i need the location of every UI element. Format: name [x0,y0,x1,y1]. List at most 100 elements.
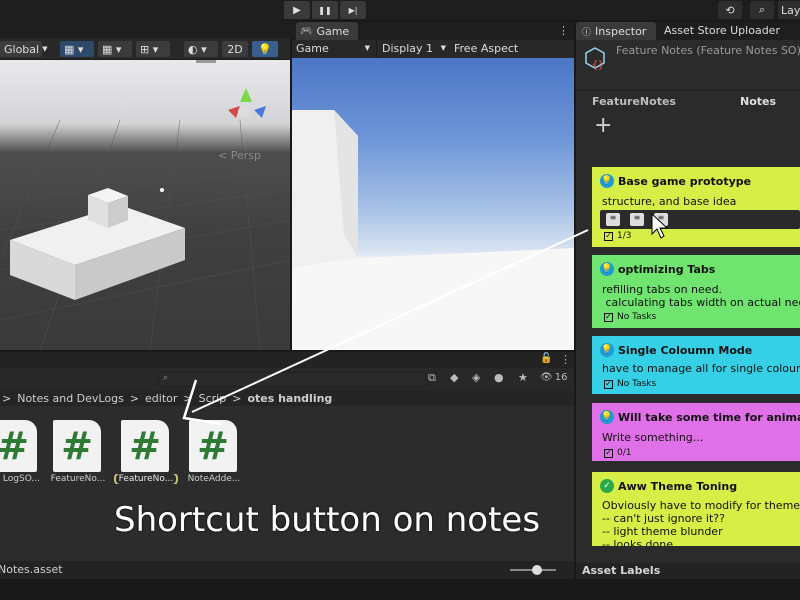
search-button[interactable]: ⌕ [750,1,774,19]
note-task-count[interactable]: ✓ 1/3 [604,231,631,241]
asset-item-selected[interactable]: # FeatureNo... [110,414,182,494]
checkbox-icon: ✓ [604,312,613,322]
display-dropdown[interactable]: Display 1 ▼ [382,42,446,55]
project-menu-icon[interactable]: ⋮ [560,353,571,366]
note-title: Single Coloumn Mode [618,344,753,357]
overlay-caption: Shortcut button on notes [114,500,541,540]
object-title: Feature Notes (Feature Notes SO) [616,44,800,57]
note-task-count[interactable]: ✓ No Tasks [604,379,656,389]
note-card[interactable]: 💡 optimizing Tabs refilling tabs on need… [592,255,800,328]
notes-column-label: Notes [740,95,777,108]
increment-snap-button[interactable]: ⊞ ▾ [136,41,170,57]
asset-labels-footer[interactable]: Asset Labels [576,563,800,579]
breadcrumb-item[interactable]: Notes and DevLogs [17,392,124,405]
breadcrumb-item[interactable]: Scrip [199,392,227,405]
chevron-down-icon: ▼ [42,45,48,53]
perspective-label[interactable]: < Persp [218,149,261,162]
selected-file-path: Notes.asset [0,563,63,576]
aspect-dropdown[interactable]: Free Aspect [454,42,518,55]
search-icon: ⌕ [163,373,169,383]
note-title: Aww Theme Toning [618,480,738,493]
project-footer: Notes.asset [0,561,574,579]
checkbox-icon: ✓ [604,231,613,241]
scene-grid-illustration [0,88,290,350]
breadcrumb: > Notes and DevLogs > editor > Scrip > o… [0,390,574,406]
note-task-count[interactable]: ✓ 0/1 [604,448,631,458]
checkbox-icon: ✓ [604,448,613,458]
hidden-packages-icon[interactable]: ● [494,371,508,385]
note-card[interactable]: 💡 Single Coloumn Mode have to manage all… [592,336,800,394]
search-by-type-icon[interactable]: ⧉ [428,371,442,385]
label-filter-icon[interactable]: ◈ [472,371,486,385]
csharp-script-icon: # [189,420,237,472]
asset-item[interactable]: # NoteAdde... [178,414,250,494]
unity-editor-window: ▶ ❚❚ ▶| ⟲ ⌕ Lay Global ▼ ▦ ▾ ▦ ▾ ⊞ ▾ ◐ ▾… [0,0,800,600]
shortcut-button-row: ≡ ≡ ≡ [600,210,800,229]
shortcut-script-button[interactable]: ≡ [654,213,668,226]
step-icon: ▶| [348,5,358,15]
step-button[interactable]: ▶| [340,1,366,19]
game-view[interactable] [292,58,574,350]
asset-item[interactable]: # FeatureNo... [42,414,114,494]
global-local-dropdown[interactable]: Global ▼ [0,41,47,57]
mode-2d-button[interactable]: 2D [222,41,248,57]
game-menu-icon[interactable]: ⋮ [558,24,569,37]
icon-size-slider-thumb[interactable] [532,565,542,575]
lock-icon[interactable]: 🔓 [540,353,552,364]
snap-icon: ⊞ ▾ [140,42,159,56]
grid-icon: ▦ ▾ [64,42,84,56]
game-mode-dropdown[interactable]: Game ▼ [296,42,370,55]
note-card[interactable]: ✓ Aww Theme Toning Obviously have to mod… [592,472,800,546]
inspector-header: {} Feature Notes (Feature Notes SO) [576,40,800,90]
scene-view[interactable]: < Persp [0,60,290,350]
hidden-count-value: 16 [554,372,568,383]
play-icon: ▶ [293,4,301,16]
draw-mode-icon: ◐ ▾ [188,42,207,56]
asset-labels-label: Asset Labels [582,564,661,577]
add-note-button[interactable]: + [594,113,612,138]
asset-label: NoteAdde... [187,474,241,484]
favorite-star-icon[interactable]: ★ [518,371,532,385]
layers-label: Lay [781,3,800,17]
shortcut-script-button[interactable]: ≡ [606,213,620,226]
grid-visibility-button[interactable]: ▦ ▾ [98,41,132,57]
divider [376,40,377,58]
grid-snap-button[interactable]: ▦ ▾ [60,41,94,57]
scene-menu-handle[interactable] [196,60,216,63]
note-card[interactable]: 💡 Base game prototype structure, and bas… [592,167,800,247]
lightbulb-icon: 💡 [600,343,614,357]
inspector-scroll-area[interactable] [788,170,800,540]
tab-game[interactable]: 🎮 Game [296,22,358,40]
feature-notes-column-label: FeatureNotes [592,95,676,108]
play-button[interactable]: ▶ [284,1,310,19]
hidden-count[interactable]: 👁 16 [540,372,567,383]
breadcrumb-sep-icon: > [129,391,140,405]
tab-asset-store-uploader[interactable]: Asset Store Uploader [664,24,780,37]
play-toolbar: ▶ ❚❚ ▶| ⟲ ⌕ Lay [0,0,800,20]
layers-dropdown[interactable]: Lay [778,1,800,19]
breadcrumb-item-current[interactable]: otes handling [247,392,332,405]
breadcrumb-item[interactable]: editor [145,392,177,405]
info-icon: ⓘ [582,27,592,38]
pause-button[interactable]: ❚❚ [312,1,338,19]
tab-inspector[interactable]: ⓘ Inspector [576,22,656,40]
csharp-script-icon: # [0,420,37,472]
note-title: optimizing Tabs [618,263,716,276]
grid-lines-icon: ▦ ▾ [102,42,122,56]
draw-mode-button[interactable]: ◐ ▾ [184,41,218,57]
csharp-script-icon: # [121,420,169,472]
checkmark-circle-icon: ✓ [600,479,614,493]
lighting-toggle[interactable]: 💡 [252,41,278,57]
shortcut-script-button[interactable]: ≡ [630,213,644,226]
note-card[interactable]: 💡 Will take some time for animations Wri… [592,403,800,461]
game-toolbar: Game ▼ Display 1 ▼ Free Aspect [292,40,574,58]
project-search-input[interactable]: ⌕ [158,372,426,387]
note-body: Write something... [602,431,704,444]
scene-toolbar: Global ▼ ▦ ▾ ▦ ▾ ⊞ ▾ ◐ ▾ 2D 💡 [0,38,290,60]
note-body: structure, and base idea [602,195,737,208]
note-task-count[interactable]: ✓ No Tasks [604,312,656,322]
undo-history-button[interactable]: ⟲ [718,1,742,19]
filter-by-type-icon[interactable]: ◆ [450,371,464,385]
global-label: Global [4,42,40,56]
display-label: Display 1 [382,42,434,55]
